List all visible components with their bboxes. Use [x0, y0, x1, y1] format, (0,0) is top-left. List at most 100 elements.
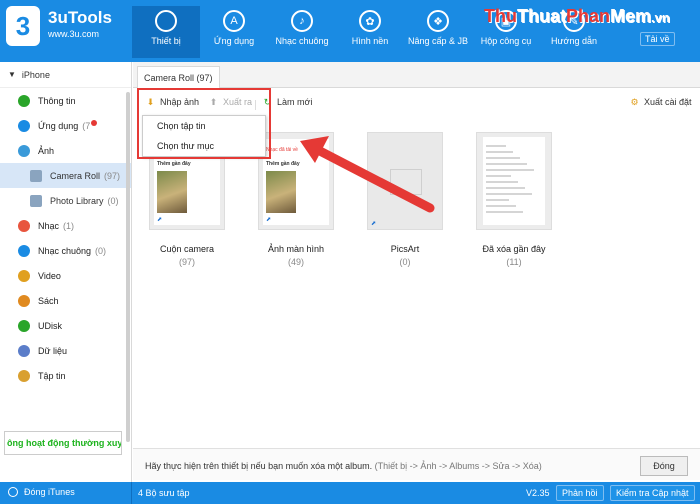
bell-icon: [18, 244, 30, 257]
itunes-icon: [8, 487, 18, 497]
info-bar: Hãy thực hiện trên thiết bị nếu bạn muốn…: [133, 448, 700, 480]
folder-icon: [30, 194, 42, 207]
tab-camera-roll[interactable]: Camera Roll (97): [137, 66, 220, 88]
info-hint: (Thiết bị -> Ảnh -> Albums -> Sửa -> Xóa…: [374, 461, 542, 471]
sidebar-item-label: Nhạc: [38, 220, 60, 231]
screenshot-line: [486, 205, 516, 207]
device-name: iPhone: [21, 69, 50, 80]
nav-label: Nhạc chuông: [275, 36, 329, 46]
sidebar-item[interactable]: UDisk: [0, 313, 131, 338]
nav-item[interactable]: Thiết bị: [132, 6, 200, 58]
nav-item[interactable]: ❖ Nâng cấp & JB: [404, 6, 472, 58]
export-settings-button[interactable]: ⚙ Xuất cài đặt: [629, 97, 691, 108]
video-icon: [18, 269, 30, 282]
watermark-part: Thuat: [517, 6, 566, 26]
sidebar-item[interactable]: Sách: [0, 288, 131, 313]
refresh-label: Làm mới: [277, 97, 313, 107]
sidebar-item[interactable]: Thông tin: [0, 88, 131, 113]
sidebar-items: Thông tin Ứng dụng (7 Ảnh Camera Roll (97) Pho…: [0, 88, 131, 388]
close-itunes-button[interactable]: Đóng iTunes: [8, 487, 75, 497]
album-count: (97): [178, 257, 195, 267]
album-item[interactable]: ⬈ PicsArt (0): [367, 132, 443, 267]
info-message: Hãy thực hiện trên thiết bị nếu bạn muốn…: [145, 461, 542, 471]
highlight-box: [137, 88, 271, 159]
collection-count: 4 Bộ sưu tập: [138, 488, 190, 498]
screenshot-line: [486, 211, 523, 213]
album-count: (11): [506, 257, 522, 267]
nav-label: Ứng dụng: [213, 36, 255, 46]
album-thumbnail: ⬈: [367, 132, 443, 230]
nav-label: Hộp công cụ: [480, 36, 532, 46]
album-item[interactable]: Đã xóa gần đây (11): [476, 132, 552, 267]
device-header[interactable]: ▼ iPhone: [0, 62, 131, 88]
download-button[interactable]: Tải về: [640, 32, 675, 46]
sidebar-item[interactable]: Nhạc chuông (0): [0, 238, 131, 263]
sidebar-scrollbar[interactable]: [126, 92, 130, 442]
sidebar-item[interactable]: Video: [0, 263, 131, 288]
sidebar-item[interactable]: Dữ liệu: [0, 338, 131, 363]
sidebar-item[interactable]: Photo Library (0): [0, 188, 131, 213]
sidebar-item-count: (0): [107, 195, 119, 206]
screenshot-line: [486, 193, 532, 195]
feedback-button[interactable]: Phản hồi: [556, 485, 604, 501]
close-button[interactable]: Đóng: [640, 456, 688, 476]
nav-item[interactable]: A Ứng dụng: [200, 6, 268, 58]
nav-label: Hình nền: [351, 36, 389, 46]
app-icon: [18, 119, 30, 132]
logo-badge: 3: [6, 6, 40, 46]
watermark-part: .vn: [651, 10, 670, 25]
album-count: (49): [287, 257, 304, 267]
nav-label: Thiết bị: [151, 36, 181, 46]
info-text: Hãy thực hiện trên thiết bị nếu bạn muốn…: [145, 461, 373, 471]
screenshot-line: [486, 145, 506, 147]
screenshot-line: [486, 199, 509, 201]
screenshot-line: [486, 169, 534, 171]
sidebar-item-count: (97): [104, 170, 121, 181]
screenshot-line: [486, 157, 520, 159]
album-title: Đã xóa gần đây: [482, 244, 546, 254]
nav-item[interactable]: ✿ Hình nền: [336, 6, 404, 58]
file-icon: [18, 369, 30, 382]
sidebar-item[interactable]: Nhạc (1): [0, 213, 131, 238]
nav-label: Hướng dẫn: [551, 36, 597, 46]
version-label: V2.35: [526, 488, 550, 498]
preview-photo: [266, 171, 296, 213]
bell-icon: ♪: [291, 10, 313, 32]
album-title: PicsArt: [390, 244, 420, 254]
empty-album-placeholder: [390, 169, 422, 195]
notification-dot: [91, 119, 98, 126]
watermark-part: Phan: [566, 6, 611, 26]
shortcut-icon: ⬈: [157, 217, 163, 223]
apple-icon: [155, 10, 177, 32]
sidebar-item[interactable]: Tập tin: [0, 363, 131, 388]
sidebar-item[interactable]: Camera Roll (97): [0, 163, 131, 188]
music-icon: [18, 219, 30, 232]
photo-icon: [18, 144, 30, 157]
statusbar-divider: [131, 482, 132, 504]
nav-item[interactable]: ♪ Nhạc chuông: [268, 6, 336, 58]
close-itunes-label: Đóng iTunes: [24, 487, 75, 497]
phone-screenshot: [483, 137, 545, 225]
album-count: (0): [399, 257, 411, 267]
sidebar: ▼ iPhone Thông tin Ứng dụng (7 Ảnh Camera Ro…: [0, 62, 132, 482]
shortcut-icon: ⬈: [371, 221, 377, 227]
check-update-button[interactable]: Kiểm tra Cập nhật: [610, 485, 695, 501]
tab-bar: Camera Roll (97): [133, 62, 700, 88]
sidebar-item-label: UDisk: [38, 320, 62, 331]
caret-down-icon[interactable]: ▼: [8, 70, 16, 79]
sidebar-item[interactable]: Ứng dụng (7: [0, 113, 131, 138]
shortcut-icon: ⬈: [266, 217, 272, 223]
sidebar-item-label: Tập tin: [38, 370, 66, 381]
album-title: Ảnh màn hình: [267, 244, 325, 254]
sidebar-item-label: Video: [38, 270, 61, 281]
sidebar-item-label: Nhạc chuông: [38, 245, 92, 256]
brand: 3uTools www.3u.com: [48, 8, 112, 39]
sidebar-item-label: Ứng dụng: [38, 120, 79, 131]
data-icon: [18, 344, 30, 357]
sidebar-item-label: Sách: [38, 295, 59, 306]
sidebar-item-label: Photo Library: [50, 195, 104, 206]
flower-icon: ✿: [359, 10, 381, 32]
folder-icon: [30, 169, 42, 182]
sidebar-item-label: Dữ liệu: [38, 345, 68, 356]
sidebar-item[interactable]: Ảnh: [0, 138, 131, 163]
